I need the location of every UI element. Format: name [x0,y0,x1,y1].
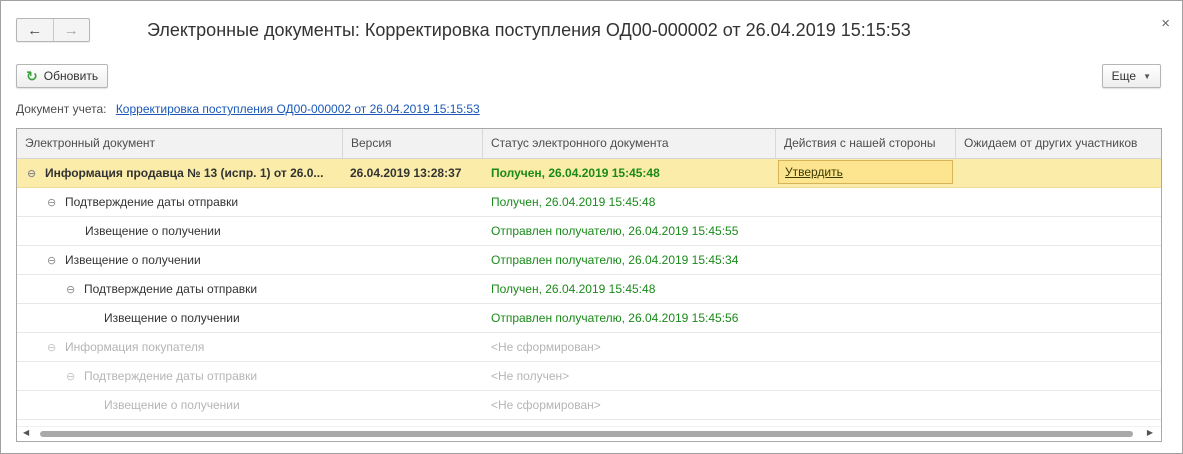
document-line: Документ учета: Корректировка поступлени… [16,102,480,116]
document-link[interactable]: Корректировка поступления ОД00-000002 от… [116,102,480,116]
scroll-left-icon[interactable]: ◀ [23,428,29,437]
row-status: <Не сформирован> [491,340,601,354]
row-name: Подтверждение даты отправки [84,369,258,383]
row-name-cell: ⊖ Информация продавца № 13 (испр. 1) от 2… [17,159,342,187]
navigation-buttons: ← → [16,18,90,42]
collapse-icon[interactable]: ⊖ [47,334,59,361]
collapse-icon[interactable]: ⊖ [47,247,59,274]
row-name-cell: ⊖ Информация покупателя [17,333,342,361]
row-name: Извещение о получении [65,253,201,267]
table-row[interactable]: ⊖ Информация покупателя <Не сформирован> [17,333,1161,362]
dialog-window: ← → Электронные документы: Корректировка… [0,0,1183,454]
documents-table: Электронный документ Версия Статус элект… [16,128,1162,442]
collapse-icon[interactable]: ⊖ [27,160,39,187]
refresh-button[interactable]: ↻ Обновить [16,64,109,88]
chevron-down-icon: ▼ [1143,71,1151,81]
row-name: Информация продавца № 13 (испр. 1) от 26… [45,166,324,180]
row-name: Извещение о получении [104,398,240,412]
table-row[interactable]: ⊖ Подтверждение даты отправки Получен, 26… [17,188,1161,217]
row-name-cell: ⊖ Извещение о получении [17,246,342,274]
row-name: Подтверждение даты отправки [65,195,239,209]
document-line-label: Документ учета: [16,102,107,116]
table-row[interactable]: ⊖ Подтверждение даты отправки <Не получен… [17,362,1161,391]
row-status: Получен, 26.04.2019 15:45:48 [491,195,656,209]
window-title: Электронные документы: Корректировка пос… [147,20,911,40]
more-button-label: Еще [1111,69,1137,83]
approve-link[interactable]: Утвердить [778,160,953,184]
arrow-left-icon: ← [27,21,43,39]
table-row[interactable]: Извещение о получении Отправлен получате… [17,304,1161,333]
table-row[interactable]: ⊖ Извещение о получении Отправлен получат… [17,246,1161,275]
row-status: Получен, 26.04.2019 15:45:48 [491,166,660,180]
collapse-icon[interactable]: ⊖ [66,363,78,390]
collapse-icon[interactable]: ⊖ [47,189,59,216]
scroll-right-icon[interactable]: ▶ [1147,428,1153,437]
row-name: Извещение о получении [85,224,221,238]
table-row[interactable]: ⊖ Информация продавца № 13 (испр. 1) от 2… [17,159,1161,188]
header-status[interactable]: Статус электронного документа [483,129,776,158]
forward-button[interactable]: → [52,19,90,41]
refresh-icon: ↻ [26,67,38,84]
horizontal-scrollbar[interactable]: ◀ ▶ [17,426,1161,441]
row-name-cell: ⊖ Подтверждение даты отправки [17,362,342,390]
row-status: <Не получен> [491,369,570,383]
table-header: Электронный документ Версия Статус элект… [17,129,1161,159]
row-status: Получен, 26.04.2019 15:45:48 [491,282,656,296]
row-name-cell: ⊖ Подтверждение даты отправки [17,188,342,216]
row-status: Отправлен получателю, 26.04.2019 15:45:3… [491,253,739,267]
header-name[interactable]: Электронный документ [17,129,343,158]
arrow-right-icon: → [63,21,79,39]
row-version: 26.04.2019 13:28:37 [350,166,462,180]
row-name: Подтверждение даты отправки [84,282,258,296]
table-row[interactable]: Извещение о получении <Не сформирован> [17,391,1161,420]
row-name: Информация покупателя [65,340,205,354]
header-actions[interactable]: Действия с нашей стороны [776,129,956,158]
table-row[interactable]: ⊖ Подтверждение даты отправки Получен, 26… [17,275,1161,304]
scrollbar-thumb[interactable] [40,431,1133,437]
header-version[interactable]: Версия [343,129,483,158]
row-name: Извещение о получении [104,311,240,325]
back-button[interactable]: ← [17,19,53,41]
header-waiting[interactable]: Ожидаем от других участников [956,129,1161,158]
refresh-button-label: Обновить [43,69,99,83]
row-status: Отправлен получателю, 26.04.2019 15:45:5… [491,311,739,325]
row-action-cell: Утвердить [777,159,957,187]
row-status: Отправлен получателю, 26.04.2019 15:45:5… [491,224,739,238]
collapse-icon[interactable]: ⊖ [66,276,78,303]
row-name-cell: ⊖ Подтверждение даты отправки [17,275,342,303]
row-status: <Не сформирован> [491,398,601,412]
more-button[interactable]: Еще ▼ [1101,64,1161,88]
close-icon[interactable]: × [1161,15,1170,32]
table-row[interactable]: Извещение о получении Отправлен получате… [17,217,1161,246]
